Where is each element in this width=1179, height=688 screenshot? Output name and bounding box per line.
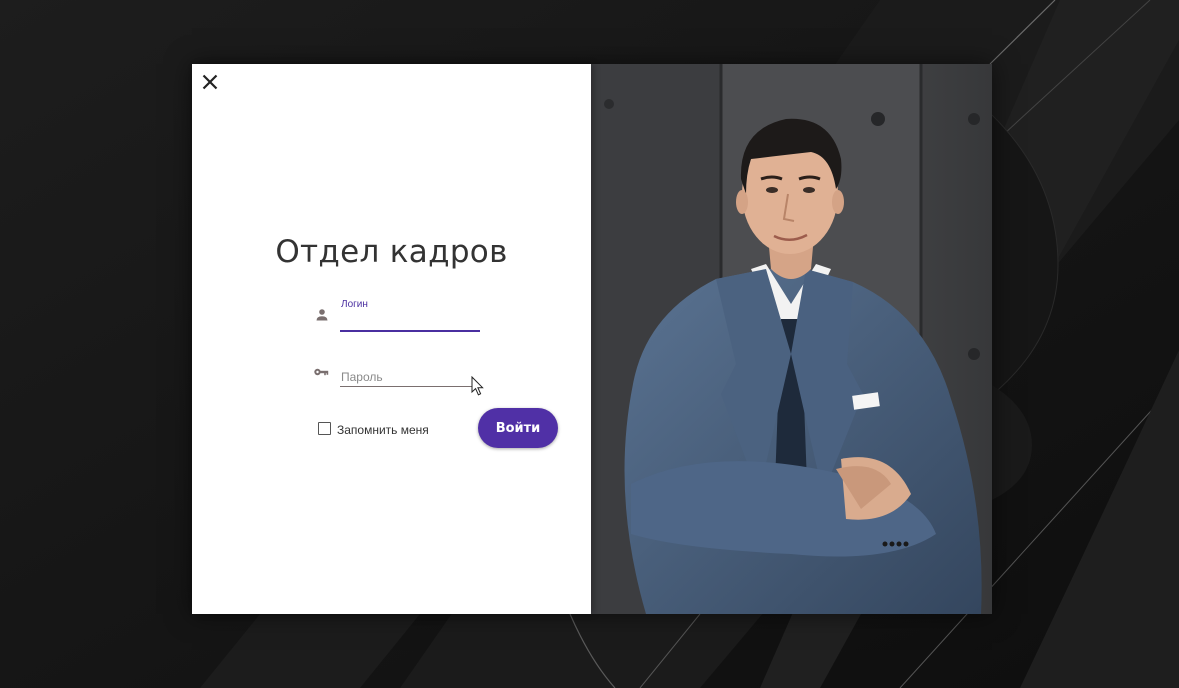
- close-icon: [202, 74, 218, 90]
- remember-me-label: Запомнить меня: [337, 423, 429, 437]
- key-icon: [314, 368, 329, 376]
- businessman-photo: [591, 64, 992, 614]
- password-input[interactable]: [340, 367, 480, 387]
- desktop: Отдел кадров Логин Запомнить меня Войти: [0, 0, 1179, 688]
- login-label: Логин: [341, 299, 368, 310]
- login-window: Отдел кадров Логин Запомнить меня Войти: [192, 64, 992, 614]
- mouse-cursor-icon: [471, 376, 484, 396]
- login-input[interactable]: [340, 312, 480, 332]
- remember-me-checkbox[interactable]: [318, 422, 331, 435]
- login-button[interactable]: Войти: [478, 408, 558, 448]
- login-panel: Отдел кадров Логин Запомнить меня Войти: [192, 64, 591, 614]
- page-title: Отдел кадров: [275, 234, 508, 270]
- close-button[interactable]: [200, 72, 220, 92]
- photo-panel: [591, 64, 992, 614]
- person-icon: [316, 309, 328, 321]
